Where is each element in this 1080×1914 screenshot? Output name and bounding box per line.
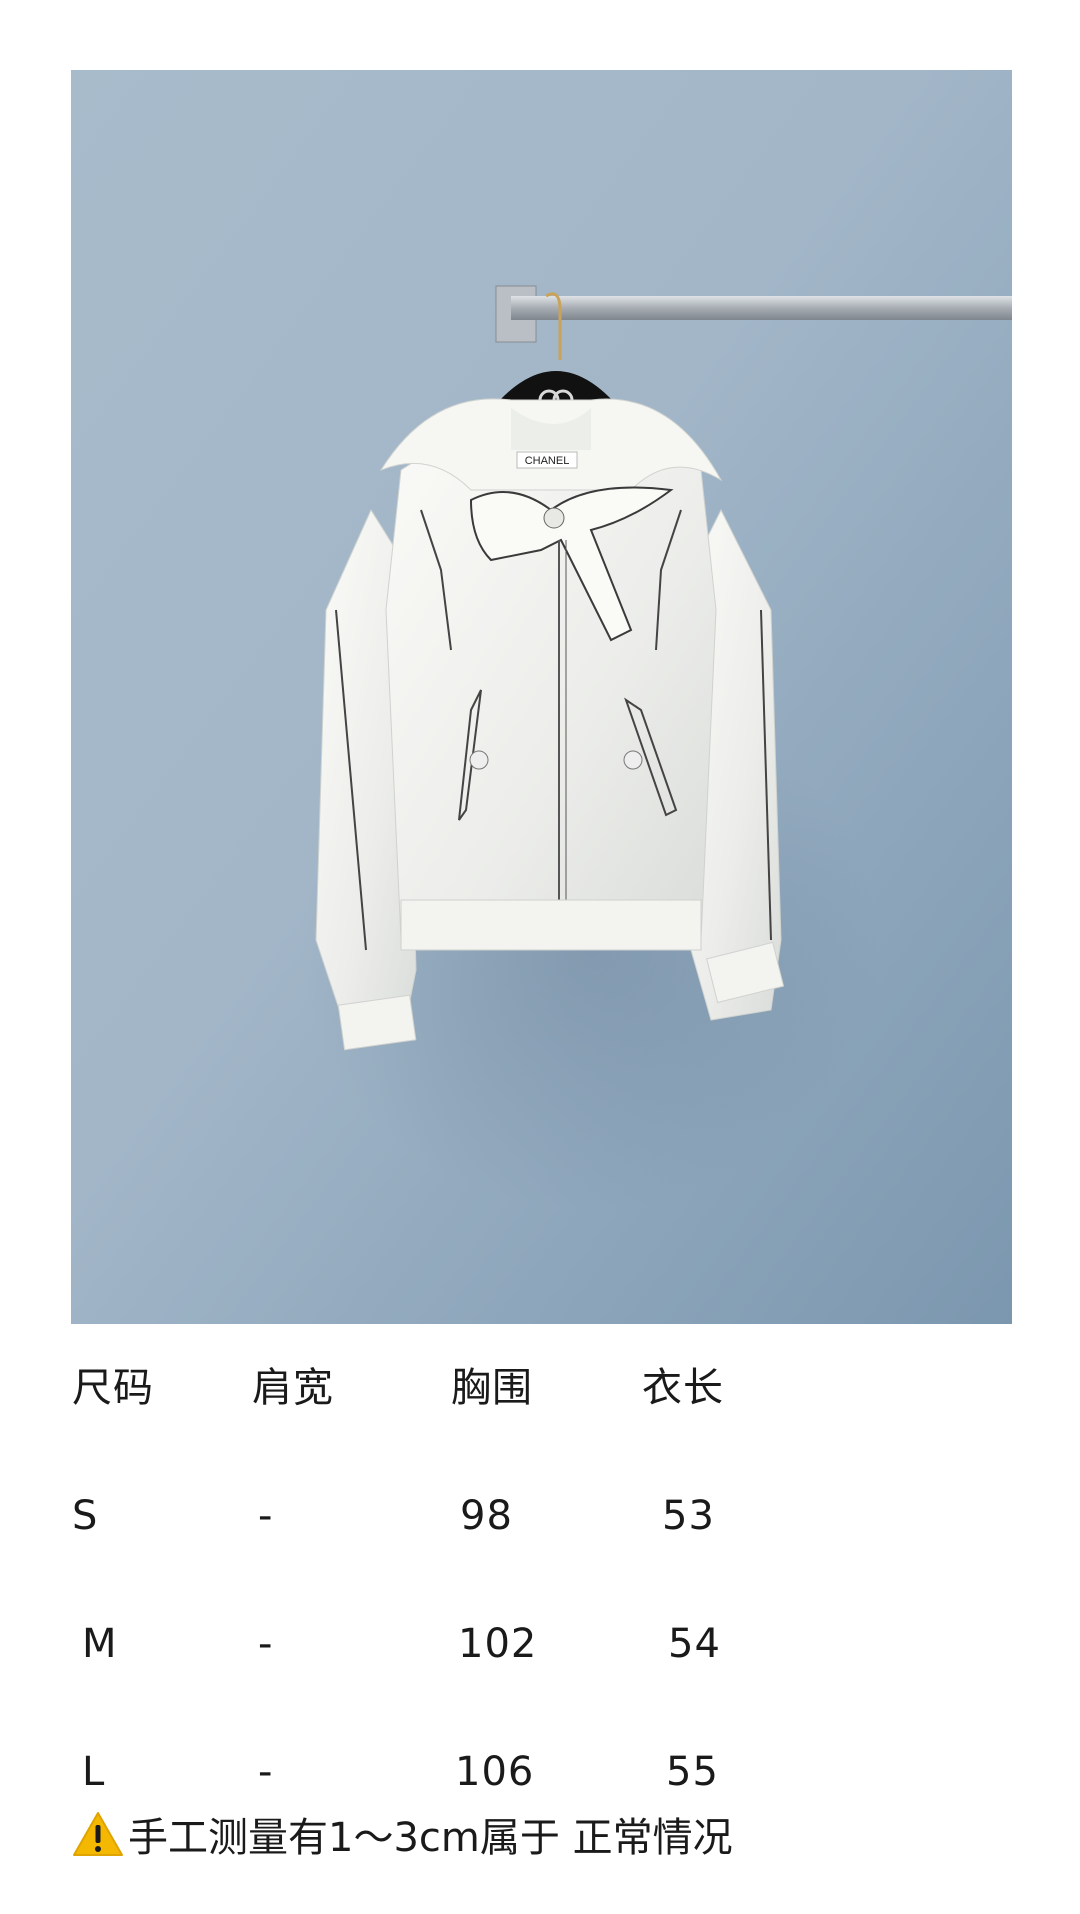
row-m-size: M [82, 1621, 118, 1667]
row-m-length: 54 [668, 1621, 721, 1667]
row-l-chest: 106 [455, 1749, 535, 1795]
row-l-shoulder: - [258, 1749, 274, 1795]
header-shoulder: 肩宽 [252, 1365, 334, 1411]
warning-icon [73, 1812, 123, 1856]
row-s-chest: 98 [460, 1493, 513, 1539]
measurement-note: 手工测量有1～3cm属于 正常情况 [72, 1808, 733, 1861]
row-l-size: L [82, 1749, 106, 1795]
row-l-length: 55 [666, 1749, 719, 1795]
brand-label: CHANEL [525, 455, 570, 467]
row-m-shoulder: - [258, 1621, 274, 1667]
row-s-length: 53 [662, 1493, 715, 1539]
row-s-size: S [72, 1493, 99, 1539]
header-length: 衣长 [642, 1365, 724, 1411]
measurement-note-text: 手工测量有1～3cm属于 正常情况 [128, 1815, 733, 1861]
header-size: 尺码 [72, 1365, 154, 1411]
product-photo: CHANEL [71, 70, 1012, 1324]
row-s-shoulder: - [258, 1493, 274, 1539]
header-chest: 胸围 [451, 1365, 533, 1411]
row-m-chest: 102 [458, 1621, 538, 1667]
